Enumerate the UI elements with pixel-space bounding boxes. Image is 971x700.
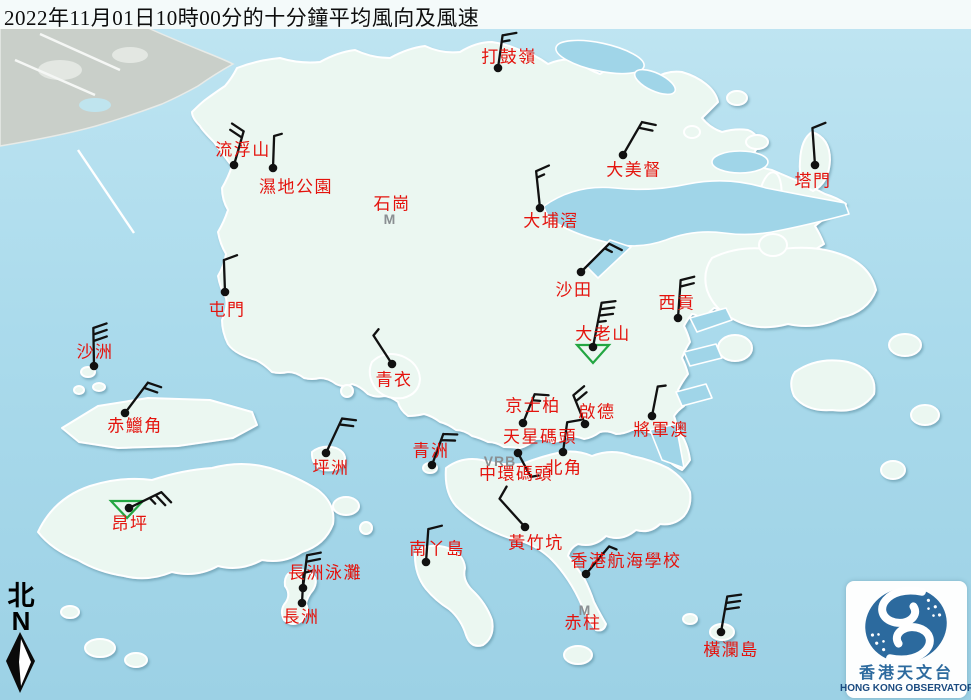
station-dot — [125, 504, 134, 513]
wind-barb — [518, 453, 539, 477]
wind-barb — [678, 277, 694, 318]
wind-barb — [593, 301, 615, 347]
wind-barb — [273, 134, 282, 168]
north-label-n: N — [2, 610, 40, 632]
station-dot — [514, 449, 523, 458]
wind-barb — [563, 420, 581, 452]
map-title: 2022年11月01日10時00分的十分鐘平均風向及風速 — [4, 2, 479, 32]
wind-barb — [586, 546, 617, 574]
wind-map-app: 打鼓嶺流浮山濕地公園大美督塔門石崗M大埔滘沙田屯門西貢沙洲大老山青衣赤鱲角京士柏… — [0, 0, 971, 700]
hko-name-english: HONG KONG OBSERVATORY — [840, 684, 971, 694]
station-dot — [298, 599, 307, 608]
wind-barb — [326, 419, 356, 453]
wind-barb — [432, 434, 457, 465]
station-dot — [428, 461, 437, 470]
station-dot — [519, 419, 528, 428]
station-dot — [269, 164, 278, 173]
wind-barb — [93, 323, 106, 366]
station-dot — [648, 412, 657, 421]
wind-barb — [536, 166, 549, 208]
station-dot — [559, 448, 568, 457]
wind-barb — [426, 526, 442, 562]
wind-barb — [581, 244, 622, 272]
wind-barb — [652, 386, 666, 416]
wind-barb — [373, 329, 392, 364]
station-dot — [811, 161, 820, 170]
wind-barb — [125, 383, 161, 413]
station-dot — [589, 343, 598, 352]
station-dot — [221, 288, 230, 297]
station-dot — [577, 268, 586, 277]
hko-name-chinese: 香港天文台 — [846, 666, 967, 682]
station-dot — [619, 151, 628, 160]
station-dot — [581, 420, 590, 429]
station-dot — [90, 362, 99, 371]
station-dot — [582, 570, 591, 579]
wind-barb — [523, 394, 549, 423]
wind-barb — [812, 123, 825, 165]
hko-logo: 香港天文台 HONG KONG OBSERVATORY — [846, 581, 967, 698]
station-dot — [230, 161, 239, 170]
station-dot — [494, 64, 503, 73]
wind-barb — [224, 255, 237, 292]
station-dot — [121, 409, 130, 418]
wind-barb — [230, 124, 243, 165]
compass: 北 N — [2, 582, 40, 699]
title-bar: 2022年11月01日10時00分的十分鐘平均風向及風速 — [0, 0, 971, 29]
station-dot — [422, 558, 431, 567]
station-dot — [536, 204, 545, 213]
station-dot — [521, 523, 530, 532]
station-dot — [322, 449, 331, 458]
wind-barb — [721, 595, 741, 632]
wind-barb — [573, 386, 586, 424]
station-dot — [674, 314, 683, 323]
station-symbols-layer — [0, 0, 971, 700]
station-dot — [388, 360, 397, 369]
north-arrow-icon — [5, 632, 37, 694]
hko-emblem-icon — [846, 581, 967, 667]
wind-barb — [623, 122, 656, 155]
wind-barb — [498, 33, 516, 68]
wind-barb — [500, 487, 525, 527]
station-dot — [717, 628, 726, 637]
